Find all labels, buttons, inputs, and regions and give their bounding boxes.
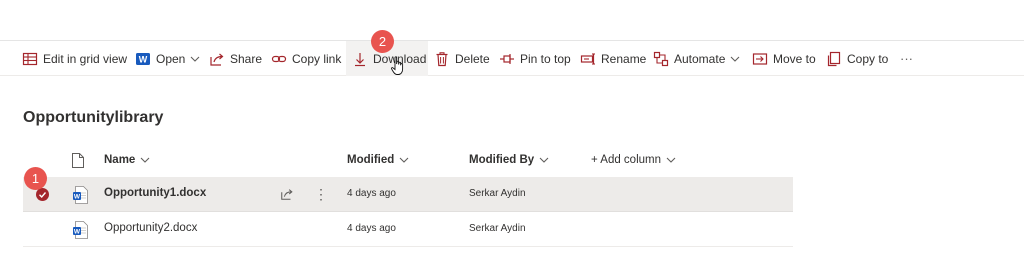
chevron-down-icon <box>730 54 740 64</box>
chevron-down-icon <box>399 155 409 165</box>
svg-text:W: W <box>74 228 81 235</box>
step-badge-1: 1 <box>24 167 47 190</box>
list-row[interactable]: W Opportunity1.docx ⋮ 4 days ago Serkar … <box>23 177 793 212</box>
grid-icon <box>22 51 38 67</box>
word-icon: W <box>135 51 151 67</box>
pin-to-top-button[interactable]: Pin to top <box>499 41 571 76</box>
file-name[interactable]: Opportunity1.docx <box>104 187 206 199</box>
word-document-icon: W <box>73 186 89 204</box>
automate-button[interactable]: Automate <box>653 41 740 76</box>
column-header-modified[interactable]: Modified <box>347 154 409 166</box>
column-header-modified-by[interactable]: Modified By <box>469 154 549 166</box>
list-row[interactable]: W Opportunity2.docx 4 days ago Serkar Ay… <box>23 212 793 247</box>
copy-to-label: Copy to <box>847 51 889 66</box>
link-icon <box>271 51 287 67</box>
automate-label: Automate <box>674 51 726 66</box>
library-title: Opportunitylibrary <box>23 109 164 126</box>
list-header: Name Modified Modified By + Add column <box>23 146 793 177</box>
hand-cursor-icon <box>391 56 404 75</box>
move-to-button[interactable]: Move to <box>752 41 816 76</box>
column-modified-label: Modified <box>347 154 395 166</box>
column-header-name[interactable]: Name <box>104 154 150 166</box>
more-commands-label: ··· <box>900 51 913 66</box>
svg-text:W: W <box>74 193 81 200</box>
trash-icon <box>434 51 450 67</box>
automate-icon <box>653 51 669 67</box>
more-commands-button[interactable]: ··· <box>900 41 913 76</box>
chevron-down-icon <box>140 155 150 165</box>
share-icon <box>209 51 225 67</box>
column-name-label: Name <box>104 154 136 166</box>
modified-date: 4 days ago <box>347 188 396 199</box>
column-modified-by-label: Modified By <box>469 154 535 166</box>
selected-check-icon[interactable] <box>36 188 49 201</box>
edit-in-grid-view-label: Edit in grid view <box>43 51 128 66</box>
delete-button[interactable]: Delete <box>434 41 490 76</box>
copy-to-button[interactable]: Copy to <box>826 41 888 76</box>
add-column-button[interactable]: + Add column <box>591 154 676 166</box>
move-to-label: Move to <box>773 51 816 66</box>
modified-by: Serkar Aydin <box>469 223 526 234</box>
pin-icon <box>499 51 515 67</box>
chevron-down-icon <box>539 155 549 165</box>
rename-label: Rename <box>601 51 647 66</box>
document-list: Name Modified Modified By + Add column W… <box>23 146 793 247</box>
download-icon <box>352 51 368 67</box>
chevron-down-icon <box>190 54 200 64</box>
file-name[interactable]: Opportunity2.docx <box>104 222 197 234</box>
share-label: Share <box>230 51 263 66</box>
share-button[interactable]: Share <box>209 41 262 76</box>
copy-icon <box>826 51 842 67</box>
file-type-icon[interactable] <box>72 153 84 168</box>
copy-link-label: Copy link <box>292 51 342 66</box>
word-document-icon: W <box>73 221 89 239</box>
chevron-down-icon <box>666 155 676 165</box>
pin-to-top-label: Pin to top <box>520 51 571 66</box>
share-icon[interactable] <box>280 187 294 201</box>
modified-date: 4 days ago <box>347 223 396 234</box>
open-label: Open <box>156 51 186 66</box>
move-icon <box>752 51 768 67</box>
copy-link-button[interactable]: Copy link <box>271 41 341 76</box>
svg-text:W: W <box>139 54 148 64</box>
open-button[interactable]: W Open <box>135 41 200 76</box>
command-bar: Edit in grid view W Open Share Copy link… <box>0 40 1024 76</box>
rename-button[interactable]: Rename <box>580 41 646 76</box>
add-column-label: + Add column <box>591 154 662 166</box>
delete-label: Delete <box>455 51 490 66</box>
more-options-icon[interactable]: ⋮ <box>314 185 328 203</box>
edit-in-grid-view-button[interactable]: Edit in grid view <box>22 41 127 76</box>
modified-by: Serkar Aydin <box>469 188 526 199</box>
step-badge-2: 2 <box>371 30 394 53</box>
rename-icon <box>580 51 596 67</box>
